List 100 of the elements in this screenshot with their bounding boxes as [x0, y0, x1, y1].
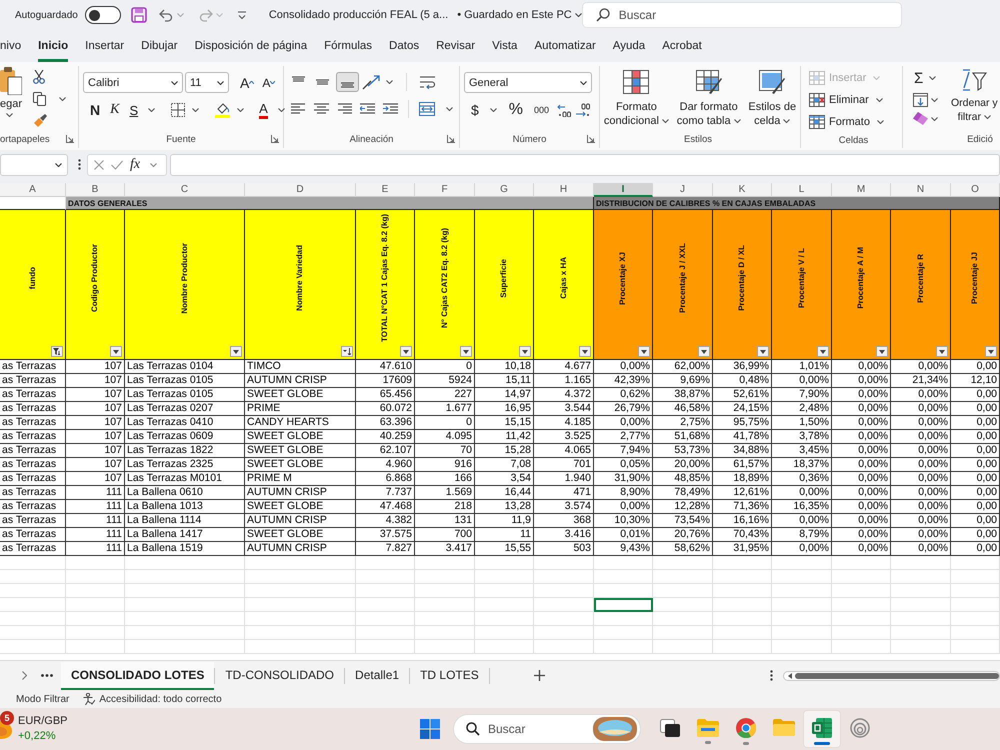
cell-styles-button[interactable]: Estilos de celda: [748, 66, 796, 130]
column-letter[interactable]: C: [125, 183, 245, 197]
filter-button[interactable]: [519, 346, 531, 357]
filter-button[interactable]: [51, 346, 63, 357]
sort-filter-button[interactable]: Ordenar y filtrar: [951, 66, 998, 130]
scroll-left-icon[interactable]: [788, 672, 792, 678]
search-field[interactable]: Buscar: [582, 2, 902, 28]
filter-button[interactable]: [757, 346, 769, 357]
save-status[interactable]: • Guardado en Este PC: [457, 9, 572, 21]
scrollbar-thumb[interactable]: [795, 672, 999, 678]
caret-icon[interactable]: [931, 98, 938, 102]
dialog-launcher-icon[interactable]: [587, 135, 595, 143]
column-letter[interactable]: M: [832, 183, 891, 197]
merge-center-icon[interactable]: [419, 102, 435, 116]
caret-icon[interactable]: [278, 108, 285, 112]
caret-icon[interactable]: [59, 97, 66, 101]
caret-icon[interactable]: [237, 108, 244, 112]
more-options-icon[interactable]: [770, 670, 773, 681]
ribbon-tab[interactable]: Acrobat: [662, 30, 702, 62]
align-right-icon[interactable]: [337, 103, 352, 115]
vertical-align-button[interactable]: [336, 72, 359, 92]
caret-icon[interactable]: [148, 108, 156, 112]
dialog-launcher-icon[interactable]: [66, 135, 74, 143]
ribbon-tab[interactable]: Disposición de página: [194, 30, 308, 62]
ribbon-tab[interactable]: nivo: [0, 30, 22, 62]
copy-icon[interactable]: [33, 92, 46, 106]
more-options-icon[interactable]: [78, 159, 81, 170]
caret-icon[interactable]: [446, 107, 453, 111]
caret-icon[interactable]: [876, 120, 884, 124]
filter-button[interactable]: [110, 346, 122, 357]
paste-button[interactable]: egar: [0, 66, 26, 130]
increase-indent-icon[interactable]: [383, 103, 398, 115]
ribbon-tab[interactable]: Fórmulas: [324, 30, 372, 62]
caret-icon[interactable]: [217, 80, 224, 84]
column-letter[interactable]: E: [356, 183, 415, 197]
sheet-tab[interactable]: TD-CONSOLIDADO: [215, 662, 344, 690]
caret-icon[interactable]: [931, 116, 938, 120]
caret-icon[interactable]: [6, 113, 13, 117]
grow-font-button[interactable]: A: [237, 72, 258, 92]
ribbon-tab[interactable]: Dibujar: [141, 30, 178, 62]
column-letter[interactable]: N: [891, 183, 951, 197]
fill-down-icon[interactable]: [913, 93, 928, 107]
align-left-icon[interactable]: [291, 103, 306, 115]
number-format-field[interactable]: General: [464, 72, 592, 93]
caret-icon[interactable]: [734, 119, 741, 123]
filter-button[interactable]: [985, 346, 997, 357]
fill-color-icon[interactable]: [215, 102, 230, 118]
text-orientation-icon[interactable]: [362, 74, 380, 90]
align-center-icon[interactable]: [314, 103, 329, 115]
caret-icon[interactable]: [574, 13, 582, 17]
font-name-field[interactable]: Calibri: [83, 72, 183, 93]
column-letter[interactable]: I: [594, 183, 653, 197]
name-box-field[interactable]: [0, 154, 68, 176]
autosave-toggle[interactable]: [84, 6, 121, 24]
increase-decimal-icon[interactable]: [557, 103, 572, 117]
start-icon[interactable]: [420, 719, 440, 739]
filter-button[interactable]: [698, 346, 710, 357]
formula-input-field[interactable]: [170, 154, 1000, 176]
caret-icon[interactable]: [171, 80, 178, 84]
ribbon-tab[interactable]: Automatizar: [534, 30, 596, 62]
thousands-button[interactable]: 000: [531, 100, 552, 120]
filter-button[interactable]: [400, 346, 412, 357]
widget-title[interactable]: EUR/GBP: [18, 714, 68, 729]
undo-icon[interactable]: [158, 8, 174, 22]
column-letter[interactable]: H: [534, 183, 594, 197]
column-letter[interactable]: D: [245, 183, 356, 197]
ribbon-tab[interactable]: Ayuda: [612, 30, 646, 62]
percent-button[interactable]: %: [506, 100, 526, 120]
caret-icon[interactable]: [490, 108, 497, 112]
ribbon-tab[interactable]: Datos: [389, 30, 420, 62]
decrease-indent-icon[interactable]: [360, 103, 375, 115]
ribbon-tab[interactable]: Revisar: [436, 30, 476, 62]
column-letter[interactable]: J: [653, 183, 713, 197]
cancel-icon[interactable]: [94, 160, 104, 170]
accessibility-status[interactable]: Accesibilidad: todo correcto: [99, 694, 222, 704]
font-size-field[interactable]: 11: [185, 72, 229, 93]
font-color-button[interactable]: A: [256, 100, 271, 120]
save-icon[interactable]: [130, 7, 147, 23]
borders-icon[interactable]: [171, 103, 186, 117]
dialog-launcher-icon[interactable]: [447, 135, 455, 143]
selected-cell[interactable]: [594, 598, 653, 612]
caret-icon[interactable]: [192, 108, 200, 112]
format-as-table-button[interactable]: Dar formato como tabla: [676, 66, 741, 130]
caret-icon[interactable]: [929, 76, 936, 80]
column-letter[interactable]: O: [951, 183, 1000, 197]
ribbon-tab[interactable]: Vista: [492, 30, 518, 62]
format-painter-icon[interactable]: [33, 114, 47, 128]
shrink-font-button[interactable]: A: [259, 72, 278, 92]
currency-button[interactable]: $: [468, 100, 482, 120]
italic-button[interactable]: K: [107, 100, 122, 120]
caret-icon[interactable]: [55, 162, 62, 166]
filter-button[interactable]: [230, 346, 242, 357]
chevron-right-icon[interactable]: [22, 671, 27, 680]
more-icon[interactable]: [41, 674, 53, 677]
bold-button[interactable]: N: [87, 100, 104, 120]
caret-icon[interactable]: [876, 98, 883, 102]
dialog-launcher-icon[interactable]: [271, 135, 279, 143]
sheet-tab[interactable]: Detalle1: [345, 662, 410, 690]
accessibility-icon[interactable]: [83, 693, 96, 705]
add-sheet-icon[interactable]: [534, 670, 545, 681]
